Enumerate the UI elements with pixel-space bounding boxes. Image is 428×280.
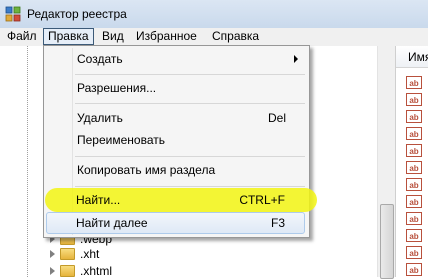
window-title: Редактор реестра — [27, 7, 127, 21]
menu-item-find[interactable]: Найти... CTRL+F — [46, 189, 305, 211]
menu-separator — [75, 156, 305, 157]
string-value-icon[interactable]: ab — [406, 127, 422, 140]
menu-item-rename[interactable]: Переименовать — [47, 129, 306, 151]
menu-item-create[interactable]: Создать — [47, 48, 306, 70]
string-value-icon[interactable]: ab — [406, 263, 422, 276]
tree-item[interactable]: .xhtml — [50, 262, 250, 280]
tree-item-label: .xht — [80, 247, 100, 261]
string-value-icon[interactable]: ab — [406, 212, 422, 225]
menu-separator — [75, 186, 305, 187]
menu-item-label: Создать — [77, 52, 123, 66]
menu-item-label: Найти далее — [76, 216, 148, 230]
menu-favorites[interactable]: Избранное — [132, 28, 201, 45]
menu-item-label: Разрешения... — [77, 81, 157, 95]
string-value-icon[interactable]: ab — [406, 110, 422, 123]
expand-arrow-icon[interactable] — [50, 250, 55, 258]
registry-editor-icon — [5, 6, 21, 22]
string-value-icon[interactable]: ab — [406, 144, 422, 157]
menu-item-find-next[interactable]: Найти далее F3 — [46, 212, 305, 234]
string-value-icon[interactable]: ab — [406, 161, 422, 174]
string-value-icon[interactable]: ab — [406, 93, 422, 106]
tree-item[interactable]: .xht — [50, 245, 250, 263]
menu-item-permissions[interactable]: Разрешения... — [47, 77, 306, 99]
string-value-icon[interactable]: ab — [406, 246, 422, 259]
menu-item-label: Удалить — [77, 111, 123, 125]
tree-guide-line — [27, 46, 28, 277]
menu-item-delete[interactable]: Удалить Del — [47, 107, 306, 129]
values-pane[interactable]: Имя ab ab ab ab ab ab ab ab ab ab ab ab — [395, 46, 428, 277]
string-value-icon[interactable]: ab — [406, 76, 422, 89]
expand-arrow-icon[interactable] — [50, 267, 55, 275]
menu-item-shortcut: F3 — [270, 216, 285, 230]
string-value-icon[interactable]: ab — [406, 178, 422, 191]
folder-icon — [60, 265, 75, 277]
menu-item-label: Найти... — [76, 193, 121, 207]
menu-item-shortcut: CTRL+F — [239, 193, 285, 207]
menu-view[interactable]: Вид — [98, 28, 128, 45]
menu-file[interactable]: Файл — [3, 28, 41, 45]
menu-edit[interactable]: Правка — [43, 28, 94, 45]
tree-item-label: .xhtml — [80, 264, 113, 278]
scrollbar-thumb[interactable] — [380, 204, 394, 279]
menu-item-shortcut: Del — [267, 111, 286, 125]
string-value-icon[interactable]: ab — [406, 229, 422, 242]
menu-item-label: Переименовать — [77, 133, 165, 147]
string-value-icon[interactable]: ab — [406, 195, 422, 208]
chevron-right-icon — [294, 55, 298, 63]
tree-scrollbar[interactable] — [377, 46, 395, 279]
column-header-name[interactable]: Имя — [396, 46, 428, 68]
menu-separator — [75, 103, 305, 104]
menu-item-copy-key-name[interactable]: Копировать имя раздела — [47, 159, 306, 181]
folder-icon — [60, 248, 75, 260]
menu-item-label: Копировать имя раздела — [77, 163, 216, 177]
title-bar: Редактор реестра — [0, 0, 428, 28]
menu-help[interactable]: Справка — [208, 28, 263, 45]
menu-separator — [75, 74, 305, 75]
